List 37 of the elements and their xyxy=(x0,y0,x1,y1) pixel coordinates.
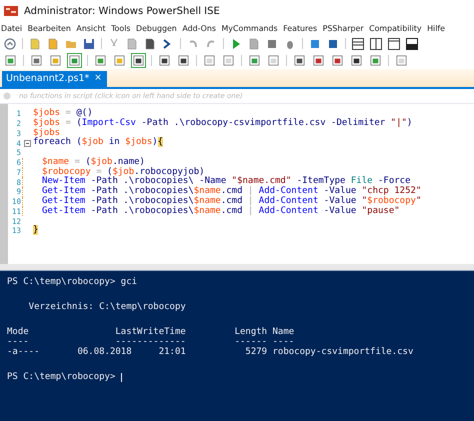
toolbar-icon[interactable] xyxy=(132,54,145,67)
toolbar-icon[interactable] xyxy=(158,54,171,67)
code-line: Get-Item -Path .\robocopies\$name.cmd | Add-Content -Value "$robocopy" xyxy=(22,196,422,206)
new-file-icon[interactable] xyxy=(29,38,41,50)
console-line: ---- ------------- ------ ---- xyxy=(7,337,294,347)
code-line: $robocopy = ($job.robocopyjob) xyxy=(22,168,205,178)
window-title: Administrator: Windows PowerShell ISE xyxy=(24,6,220,16)
app-icon xyxy=(4,6,18,16)
console-line: PS C:\temp\robocopy> gci xyxy=(7,277,138,287)
layout-icon[interactable] xyxy=(352,38,364,50)
code-line: $jobs = @() xyxy=(33,109,93,118)
code-line: $jobs xyxy=(33,128,60,138)
console-line: -a---- 06.08.2018 21:01 5279 robocopy-csvimportfile.csv xyxy=(7,347,414,357)
toolbar-icon[interactable] xyxy=(350,54,363,67)
toolbar-icon[interactable] xyxy=(293,54,306,67)
play-icon[interactable] xyxy=(230,38,242,50)
file-tab[interactable]: Unbenannt2.ps1* × xyxy=(2,71,107,87)
layout-icon[interactable] xyxy=(388,38,400,50)
console-line: PS C:\temp\robocopy> xyxy=(7,372,116,382)
file-icon[interactable] xyxy=(47,38,59,50)
console-line: Verzeichnis: C:\temp\robocopy xyxy=(28,302,186,312)
console-line: Mode LastWriteTime Length Name xyxy=(7,327,294,337)
collapse-icon[interactable] xyxy=(24,140,30,147)
code-line: foreach ($job in $jobs){ xyxy=(33,138,164,148)
code-line: Get-Item -Path .\robocopies\$name.cmd | Add-Content -Value "pause" xyxy=(22,206,400,216)
layout-icon[interactable] xyxy=(370,38,382,50)
toolbar-icon[interactable] xyxy=(177,54,190,67)
save-icon[interactable] xyxy=(83,38,95,50)
toolbar-icon[interactable] xyxy=(312,54,325,67)
code-line: $jobs = (Import-Csv -Path .\robocopy-csvimportfile.csv -Delimiter "|") xyxy=(33,118,412,128)
toolbar-icon[interactable] xyxy=(331,54,344,67)
layout-icon[interactable] xyxy=(406,38,418,50)
code-line: Get-Item -Path .\robocopies\$name.cmd | Add-Content -Value "chcp 1252" xyxy=(22,187,422,197)
stop-icon[interactable] xyxy=(266,38,278,50)
code-line: $name = ($job.name) xyxy=(22,158,145,168)
code-line: New-Item -Path .\robocopies\ -Name "$name.cmd" -ItemType File -Force xyxy=(22,177,410,187)
copy-icon[interactable] xyxy=(126,38,138,50)
